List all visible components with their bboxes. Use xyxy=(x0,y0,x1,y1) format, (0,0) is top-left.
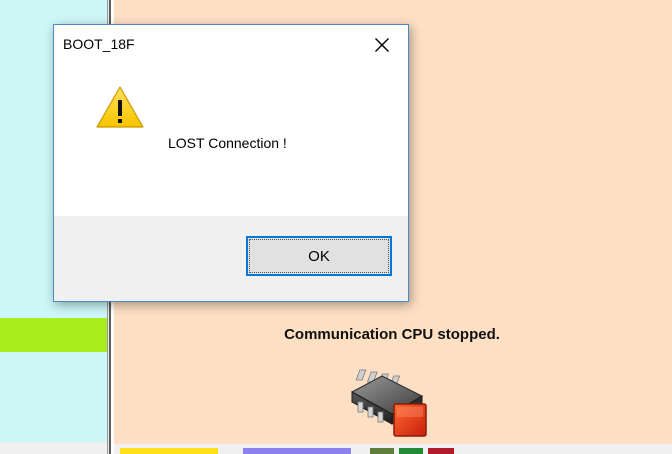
left-bottom-strip xyxy=(0,442,107,454)
ok-button-label: OK xyxy=(308,247,330,265)
close-icon xyxy=(375,38,389,52)
warning-icon xyxy=(95,85,145,129)
dialog-message: LOST Connection ! xyxy=(168,135,287,151)
dialog-title: BOOT_18F xyxy=(63,36,135,52)
yellow-indicator xyxy=(120,448,218,454)
ok-button[interactable]: OK xyxy=(246,236,392,276)
red-indicator xyxy=(428,448,454,454)
green-indicator xyxy=(399,448,423,454)
blue-indicator xyxy=(243,448,351,454)
app-window: Communication CPU stopped. BOOT_18F LOST… xyxy=(0,0,672,454)
dialog-titlebar[interactable]: BOOT_18F xyxy=(54,25,408,55)
cpu-chip-stopped-icon xyxy=(338,364,438,442)
communication-status-text: Communication CPU stopped. xyxy=(284,326,500,343)
olive-indicator xyxy=(370,448,394,454)
lost-connection-dialog: BOOT_18F LOST Connection ! OK xyxy=(53,24,409,302)
green-status-bar xyxy=(0,318,107,352)
